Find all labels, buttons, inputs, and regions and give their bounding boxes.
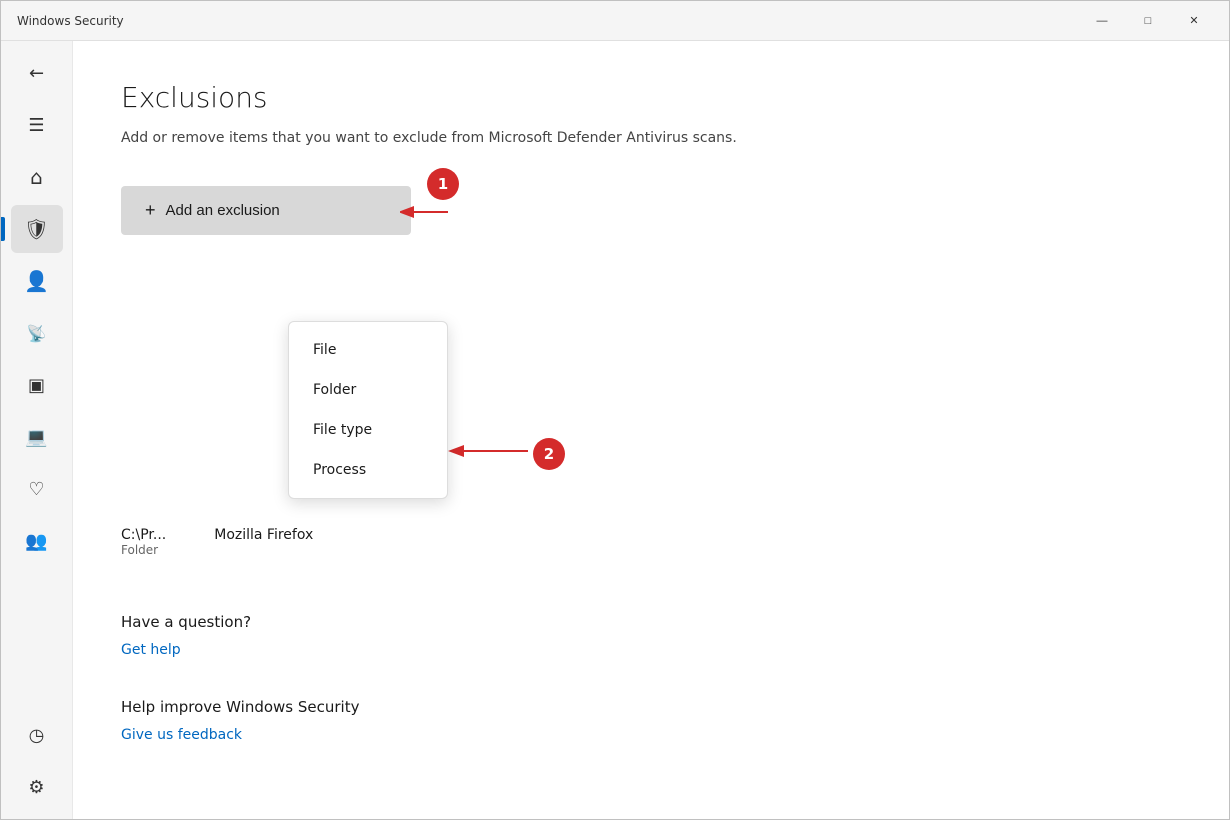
exclusion-item-0: C:\Pr... Folder (121, 527, 166, 557)
main-layout: ← ☰ ⌂ 🛡 👤 📡 ▣ 💻 ♡ (1, 41, 1229, 819)
sidebar-item-settings[interactable]: ⚙ (11, 763, 63, 811)
sidebar-item-history[interactable]: ◷ (11, 711, 63, 759)
add-exclusion-container: + Add an exclusion 1 (121, 186, 411, 259)
sidebar-item-family[interactable]: 👥 (11, 517, 63, 565)
network-icon: 📡 (27, 324, 47, 343)
sidebar-item-apps[interactable]: ▣ (11, 361, 63, 409)
titlebar: Windows Security — □ ✕ (1, 1, 1229, 41)
exclusion-path-0: C:\Pr... (121, 527, 166, 543)
minimize-button[interactable]: — (1079, 5, 1125, 37)
window-title: Windows Security (17, 14, 124, 28)
dropdown-item-file[interactable]: File (289, 330, 447, 370)
content-area: Exclusions Add or remove items that you … (73, 41, 1229, 819)
maximize-button[interactable]: □ (1125, 5, 1171, 37)
page-title: Exclusions (121, 81, 1181, 114)
dropdown-item-filetype[interactable]: File type (289, 410, 447, 450)
exclusion-item-1: Mozilla Firefox (214, 527, 313, 557)
annotation-2: 2 (533, 438, 565, 470)
add-exclusion-button[interactable]: + Add an exclusion (121, 186, 411, 235)
get-help-link[interactable]: Get help (121, 642, 181, 658)
health-icon: ♡ (28, 479, 44, 500)
hamburger-icon: ☰ (28, 115, 44, 136)
window: Windows Security — □ ✕ ← ☰ ⌂ 🛡 👤 (0, 0, 1230, 820)
exclusions-list: C:\Pr... Folder Mozilla Firefox (121, 527, 1181, 565)
sidebar-item-menu[interactable]: ☰ (11, 101, 63, 149)
plus-icon: + (145, 200, 156, 221)
shield-icon: 🛡 (24, 217, 49, 241)
page-description: Add or remove items that you want to exc… (121, 130, 1181, 146)
sidebar-item-network[interactable]: 📡 (11, 309, 63, 357)
sidebar-item-shield[interactable]: 🛡 (11, 205, 63, 253)
close-button[interactable]: ✕ (1171, 5, 1217, 37)
improve-section: Help improve Windows Security Give us fe… (121, 698, 1181, 743)
sidebar-item-home[interactable]: ⌂ (11, 153, 63, 201)
dropdown-item-folder[interactable]: Folder (289, 370, 447, 410)
help-section: Have a question? Get help (121, 613, 1181, 658)
exclusion-type-0: Folder (121, 543, 166, 557)
dropdown-item-process[interactable]: Process (289, 450, 447, 490)
settings-icon: ⚙ (28, 777, 44, 798)
help-title: Have a question? (121, 613, 1181, 631)
home-icon: ⌂ (30, 165, 43, 189)
sidebar-item-device[interactable]: 💻 (11, 413, 63, 461)
exclusion-dropdown: File Folder File type Process (288, 321, 448, 499)
exclusion-path-1: Mozilla Firefox (214, 527, 313, 543)
sidebar-item-back[interactable]: ← (11, 49, 63, 97)
sidebar-item-health[interactable]: ♡ (11, 465, 63, 513)
improve-title: Help improve Windows Security (121, 698, 1181, 716)
family-icon: 👥 (25, 531, 47, 552)
back-icon: ← (29, 63, 44, 84)
history-icon: ◷ (29, 725, 45, 746)
sidebar: ← ☰ ⌂ 🛡 👤 📡 ▣ 💻 ♡ (1, 41, 73, 819)
annotation-1: 1 (427, 168, 459, 200)
apps-icon: ▣ (28, 375, 45, 396)
account-icon: 👤 (24, 269, 49, 293)
window-controls: — □ ✕ (1079, 5, 1217, 37)
feedback-link[interactable]: Give us feedback (121, 727, 242, 743)
add-exclusion-label: Add an exclusion (166, 202, 280, 219)
sidebar-item-account[interactable]: 👤 (11, 257, 63, 305)
device-icon: 💻 (25, 427, 47, 448)
